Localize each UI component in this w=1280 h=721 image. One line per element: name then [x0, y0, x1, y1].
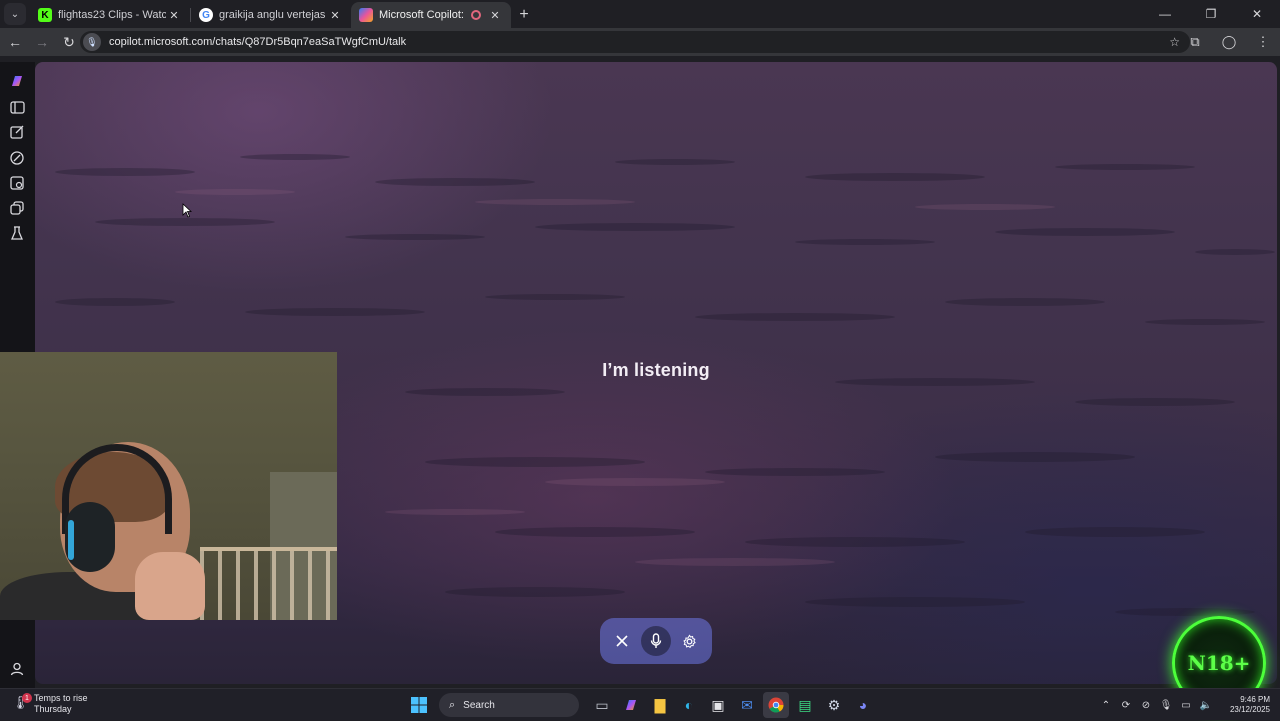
- weather-title: Temps to rise: [34, 693, 88, 703]
- close-window-icon[interactable]: ✕: [1234, 0, 1280, 28]
- network-icon[interactable]: ⊘: [1136, 700, 1156, 711]
- weather-subtitle: Thursday: [34, 704, 72, 714]
- notification-badge: 1: [22, 693, 32, 703]
- close-tab-icon[interactable]: ✕: [166, 9, 182, 22]
- clock-time: 9:46 PM: [1240, 695, 1270, 704]
- copilot-app-icon[interactable]: [618, 692, 644, 718]
- display-icon[interactable]: ▭: [1176, 700, 1196, 711]
- url-text[interactable]: copilot.microsoft.com/chats/Q87Dr5Bqn7ea…: [109, 36, 406, 48]
- window-controls: — ❐ ✕: [1142, 0, 1280, 28]
- reload-icon[interactable]: ↻: [57, 30, 81, 54]
- webcam-headset-light: [68, 520, 74, 560]
- mail-icon[interactable]: ✉: [734, 692, 760, 718]
- chevron-up-icon[interactable]: ⌃: [1096, 700, 1116, 711]
- google-icon: G: [199, 8, 213, 22]
- kick-icon: K: [38, 8, 52, 22]
- tab-title: flightas23 Clips - Watch Live on: [58, 9, 166, 21]
- minimize-icon[interactable]: —: [1142, 0, 1188, 28]
- mic-tray-icon[interactable]: 🎙: [1156, 700, 1176, 711]
- system-tray: ⌃ ⟳ ⊘ 🎙 ▭ 🔈 9:46 PM 23/12/2025: [1096, 689, 1280, 721]
- mouse-cursor-icon: [182, 203, 192, 218]
- labs-icon[interactable]: [8, 224, 26, 242]
- tab-copilot[interactable]: Microsoft Copilot: Your AI c ✕: [351, 2, 511, 28]
- toolbar-right: ⧉ ◯ ⋮: [1178, 28, 1280, 56]
- back-icon[interactable]: ←: [3, 30, 27, 54]
- weather-widget[interactable]: 🌡 1 Temps to rise Thursday: [12, 693, 88, 715]
- restore-icon[interactable]: ❐: [1188, 0, 1234, 28]
- chrome-icon[interactable]: [763, 692, 789, 718]
- extensions-icon[interactable]: ⧉: [1178, 34, 1212, 50]
- forward-icon[interactable]: →: [30, 30, 54, 54]
- new-chat-icon[interactable]: [8, 123, 26, 141]
- tab-search-chevron-icon[interactable]: ⌄: [4, 3, 26, 25]
- tab-kick[interactable]: K flightas23 Clips - Watch Live on ✕: [30, 2, 190, 28]
- windows-start-icon[interactable]: [406, 692, 432, 718]
- store-icon[interactable]: ▣: [705, 692, 731, 718]
- sidebar-toggle-icon[interactable]: [8, 98, 26, 116]
- clock[interactable]: 9:46 PM 23/12/2025: [1216, 695, 1280, 715]
- task-view-icon[interactable]: ▭: [589, 692, 615, 718]
- account-icon[interactable]: [8, 660, 26, 678]
- search-label: Search: [463, 699, 495, 711]
- streaming-app-icon[interactable]: ▤: [792, 692, 818, 718]
- file-explorer-icon[interactable]: ▇: [647, 692, 673, 718]
- discord-icon[interactable]: ◕: [850, 692, 876, 718]
- voice-controls: [600, 618, 712, 664]
- close-icon[interactable]: [608, 627, 636, 655]
- webcam-background-crib: [200, 547, 337, 620]
- tab-title: graikija anglu vertejas - Google: [219, 9, 327, 21]
- close-tab-icon[interactable]: ✕: [327, 9, 343, 22]
- gear-icon[interactable]: [676, 627, 704, 655]
- imagine-icon[interactable]: [8, 174, 26, 192]
- volume-icon[interactable]: 🔈: [1196, 700, 1216, 711]
- sync-icon[interactable]: ⟳: [1116, 700, 1136, 711]
- taskbar-search[interactable]: ⌕ Search: [439, 693, 579, 717]
- tab-strip: ⌄ K flightas23 Clips - Watch Live on ✕ G…: [0, 0, 1280, 28]
- thermometer-icon: 🌡 1: [12, 693, 32, 713]
- recording-indicator-icon: [471, 10, 481, 20]
- edge-icon[interactable]: ◐: [676, 692, 702, 718]
- profile-icon[interactable]: ◯: [1212, 34, 1246, 50]
- address-bar[interactable]: 🎙 copilot.microsoft.com/chats/Q87Dr5Bqn7…: [80, 31, 1190, 53]
- search-icon: ⌕: [449, 698, 456, 711]
- discover-icon[interactable]: [8, 149, 26, 167]
- windows-taskbar: 🌡 1 Temps to rise Thursday ⌕ Search ▭ ▇ …: [0, 688, 1280, 720]
- tab-google[interactable]: G graikija anglu vertejas - Google ✕: [191, 2, 351, 28]
- microphone-icon[interactable]: [640, 626, 671, 656]
- new-tab-button[interactable]: +: [511, 2, 537, 28]
- webcam-overlay: [0, 352, 337, 620]
- webcam-person-hand: [135, 552, 205, 620]
- menu-icon[interactable]: ⋮: [1246, 34, 1280, 50]
- close-tab-icon[interactable]: ✕: [487, 9, 503, 22]
- site-info-icon[interactable]: 🎙: [83, 33, 101, 51]
- steam-icon[interactable]: ⚙: [821, 692, 847, 718]
- copilot-logo-icon[interactable]: [8, 72, 26, 90]
- clock-date: 23/12/2025: [1229, 705, 1270, 714]
- pages-icon[interactable]: [8, 199, 26, 217]
- taskbar-apps: ⌕ Search ▭ ▇ ◐ ▣ ✉ ▤ ⚙ ◕: [406, 692, 879, 718]
- tab-title: Microsoft Copilot: Your AI c: [379, 9, 465, 21]
- copilot-icon: [359, 8, 373, 22]
- browser-toolbar: ← → ↻ 🎙 copilot.microsoft.com/chats/Q87D…: [0, 28, 1280, 56]
